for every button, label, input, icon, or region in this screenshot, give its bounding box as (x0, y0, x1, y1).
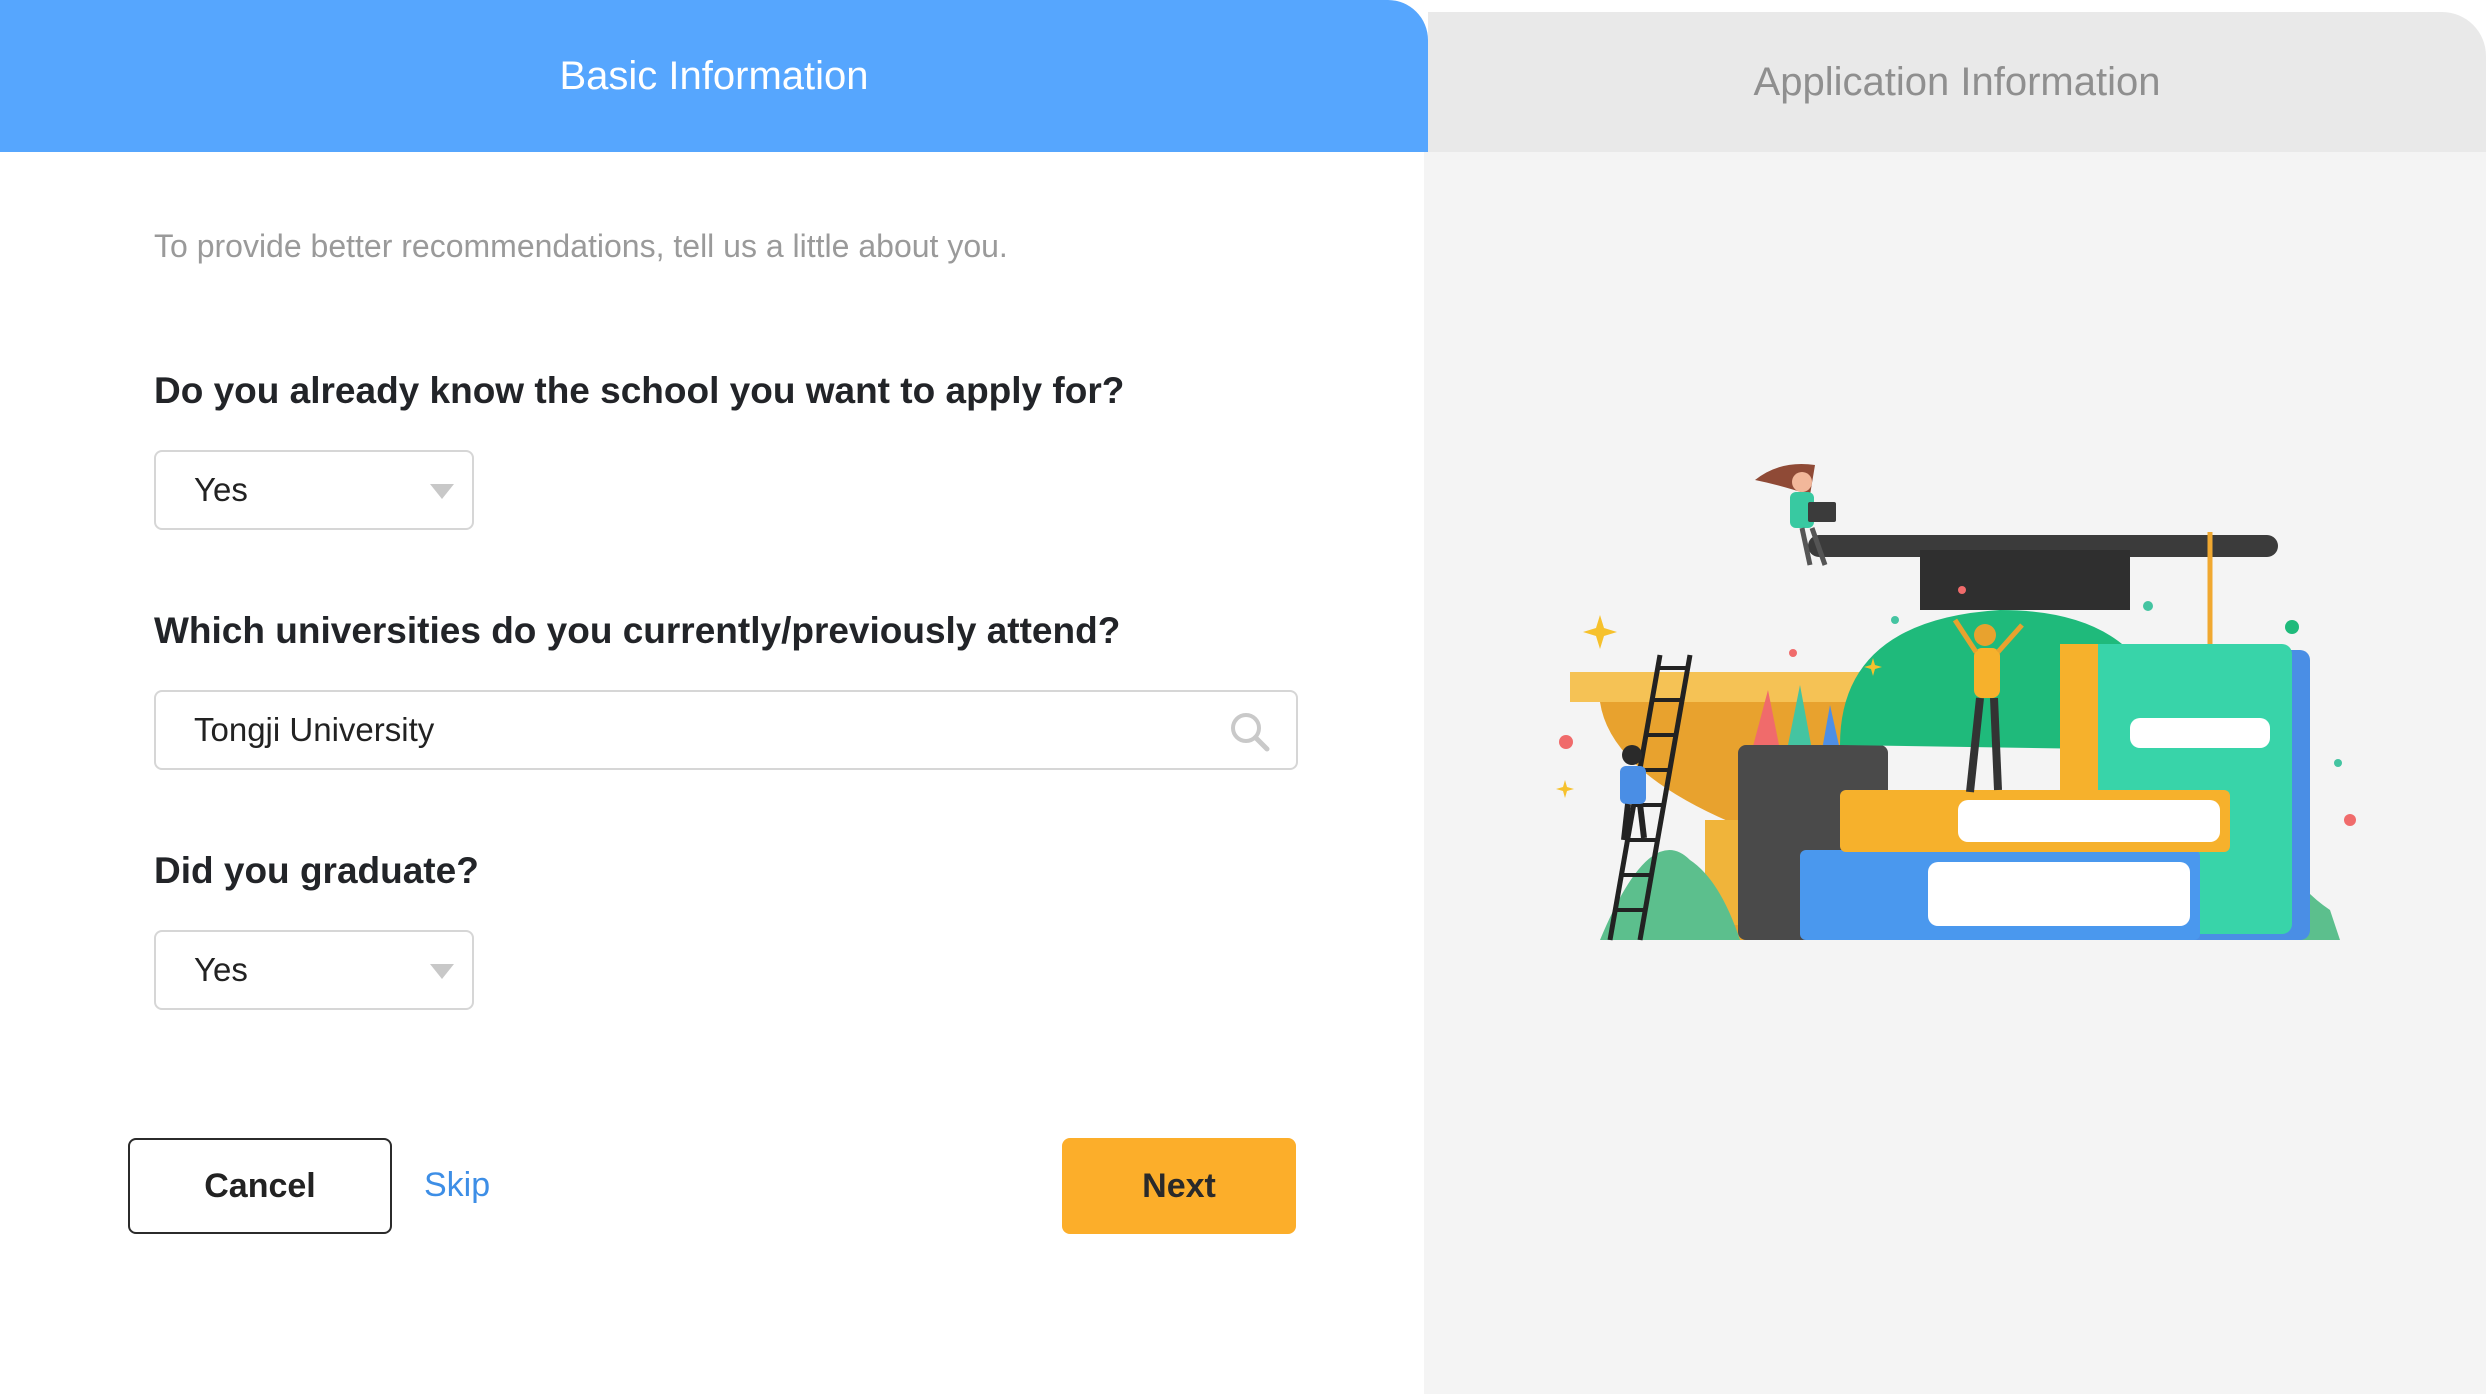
tab-application-information-label: Application Information (1753, 59, 2161, 104)
search-icon[interactable] (1228, 710, 1270, 752)
education-illustration (1556, 464, 2356, 941)
university-value: Tongji University (194, 711, 435, 748)
question-graduated: Did you graduate? (154, 850, 479, 891)
university-search-input[interactable]: Tongji University (154, 690, 1298, 770)
cancel-button[interactable]: Cancel (128, 1138, 392, 1234)
graduated-select[interactable]: Yes (154, 930, 474, 1010)
graduated-value: Yes (194, 951, 248, 988)
chevron-down-icon (430, 964, 454, 979)
school-known-value: Yes (194, 471, 248, 508)
next-button[interactable]: Next (1062, 1138, 1296, 1234)
skip-link[interactable]: Skip (424, 1166, 490, 1205)
chevron-down-icon (430, 484, 454, 499)
tab-basic-information[interactable]: Basic Information (0, 0, 1428, 152)
question-university: Which universities do you currently/prev… (154, 610, 1121, 651)
intro-text: To provide better recommendations, tell … (154, 228, 1008, 264)
tab-application-information[interactable]: Application Information (1428, 12, 2486, 152)
question-school-known: Do you already know the school you want … (154, 370, 1125, 411)
tab-basic-information-label: Basic Information (559, 53, 869, 98)
school-known-select[interactable]: Yes (154, 450, 474, 530)
